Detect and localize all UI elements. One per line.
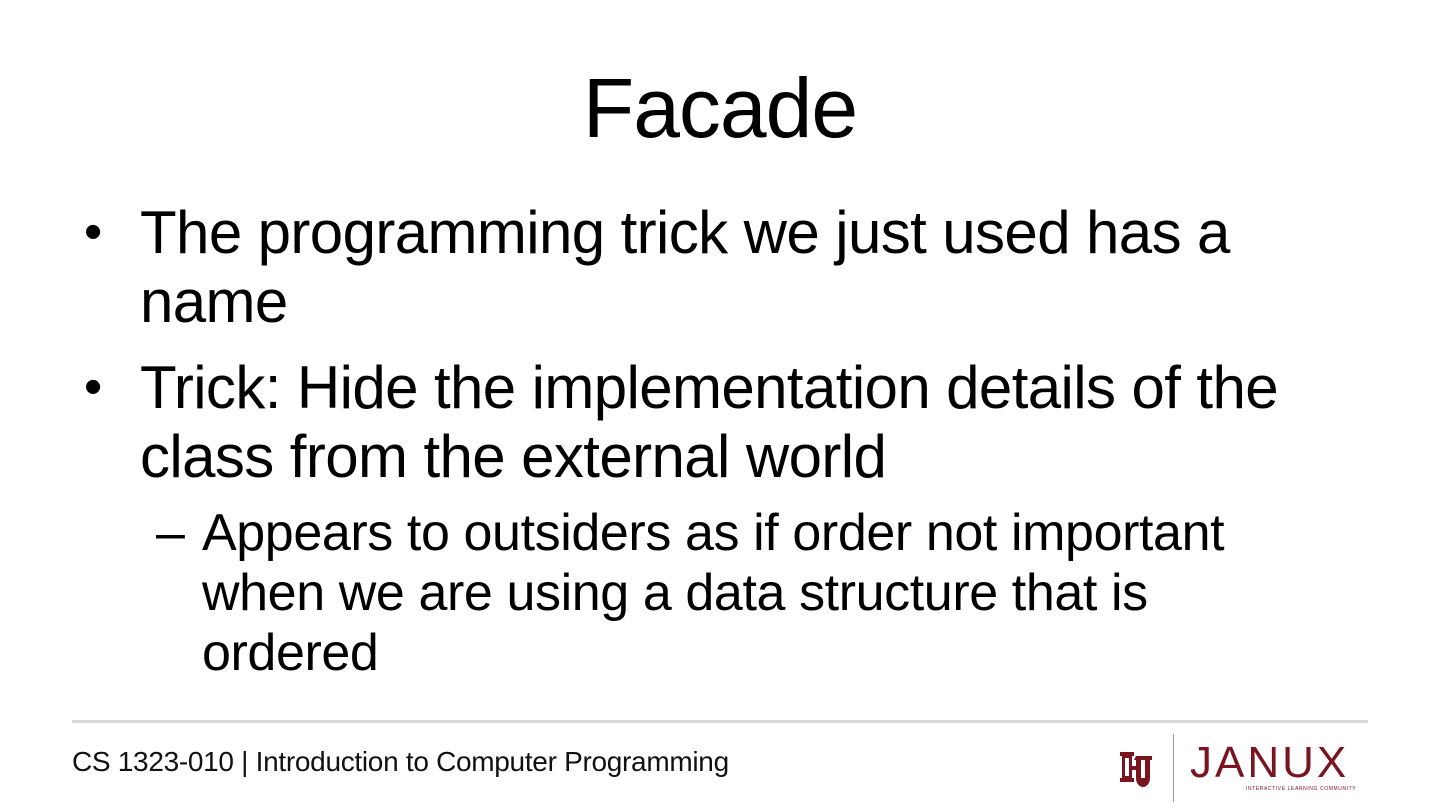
bullet-list: • The programming trick we just used has… bbox=[0, 0, 1440, 700]
bullet-item: • Trick: Hide the implementation details… bbox=[84, 353, 1374, 491]
logo-area: JANUX INTERACTIVE LEARNING COMMUNITY bbox=[1112, 734, 1374, 804]
sub-bullet-text: Appears to outsiders as if order not imp… bbox=[202, 504, 1225, 682]
slide: Facade • The programming trick we just u… bbox=[0, 0, 1440, 810]
bullet-text: The programming trick we just used has a… bbox=[140, 199, 1230, 335]
bullet-item: • The programming trick we just used has… bbox=[84, 198, 1374, 336]
bullet-marker: • bbox=[84, 358, 102, 416]
bullet-text: Trick: Hide the implementation details o… bbox=[140, 354, 1279, 490]
ou-logo-icon bbox=[1120, 752, 1152, 787]
bullet-marker: • bbox=[84, 203, 102, 261]
logo-divider bbox=[1173, 734, 1174, 802]
course-footer: CS 1323-010 | Introduction to Computer P… bbox=[72, 746, 729, 777]
footer-divider bbox=[72, 720, 1368, 723]
sub-bullet-item: – Appears to outsiders as if order not i… bbox=[156, 503, 1336, 683]
janux-tagline: INTERACTIVE LEARNING COMMUNITY bbox=[1246, 786, 1357, 792]
sub-bullet-marker: – bbox=[156, 504, 185, 562]
janux-wordmark: JANUX bbox=[1190, 738, 1350, 787]
